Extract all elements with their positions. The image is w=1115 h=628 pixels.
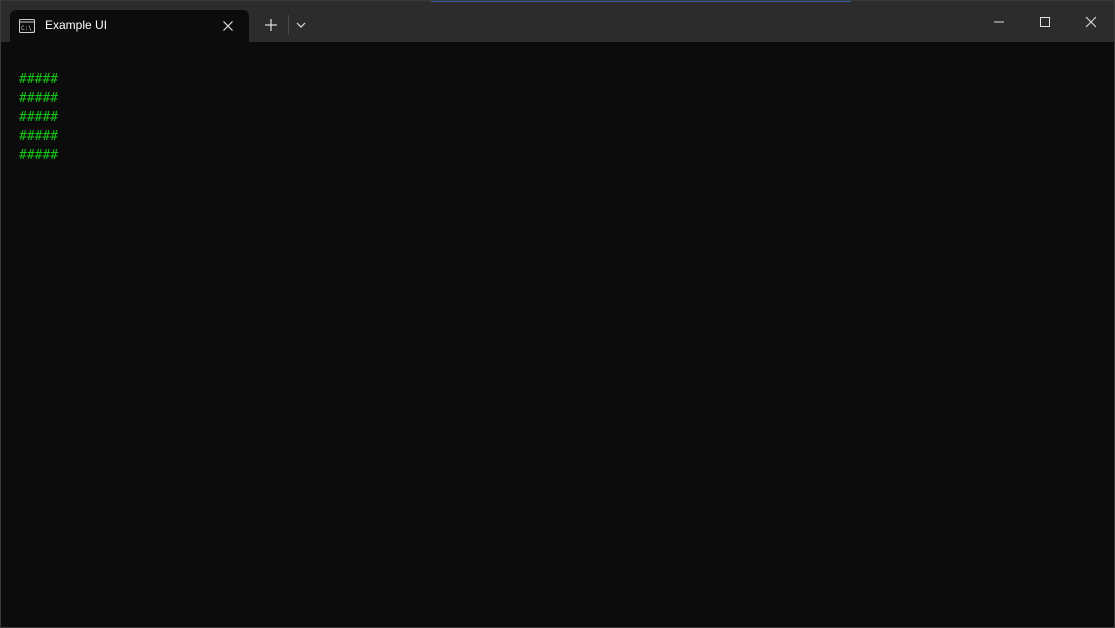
- plus-icon: [265, 19, 277, 31]
- maximize-icon: [1040, 17, 1050, 27]
- close-icon: [1085, 16, 1097, 28]
- terminal-lines: ##### ##### ##### ##### #####: [19, 70, 58, 165]
- accent-line: [431, 1, 851, 2]
- title-bar[interactable]: C:\_ Example UI: [1, 1, 1114, 42]
- tab-separator: [288, 15, 289, 35]
- chevron-down-icon: [296, 22, 306, 28]
- terminal-line: #####: [19, 91, 59, 106]
- new-tab-button[interactable]: [258, 13, 284, 37]
- tab-example-ui[interactable]: C:\_ Example UI: [10, 10, 249, 42]
- terminal-window: C:\_ Example UI ##### ##### ##### ##### …: [0, 0, 1115, 628]
- terminal-line: #####: [19, 148, 59, 163]
- tab-title: Example UI: [45, 18, 108, 32]
- minimize-icon: [994, 21, 1004, 23]
- terminal-icon: C:\_: [19, 19, 36, 33]
- terminal-output-area[interactable]: ##### ##### ##### ##### #####: [1, 42, 1114, 627]
- tab-dropdown-button[interactable]: [290, 13, 312, 37]
- close-tab-icon[interactable]: [220, 18, 236, 34]
- terminal-line: #####: [19, 129, 59, 144]
- terminal-line: #####: [19, 110, 59, 125]
- svg-text:C:\_: C:\_: [21, 25, 35, 32]
- minimize-button[interactable]: [976, 1, 1022, 42]
- maximize-button[interactable]: [1022, 1, 1068, 42]
- close-window-button[interactable]: [1068, 1, 1114, 42]
- terminal-line: #####: [19, 72, 59, 87]
